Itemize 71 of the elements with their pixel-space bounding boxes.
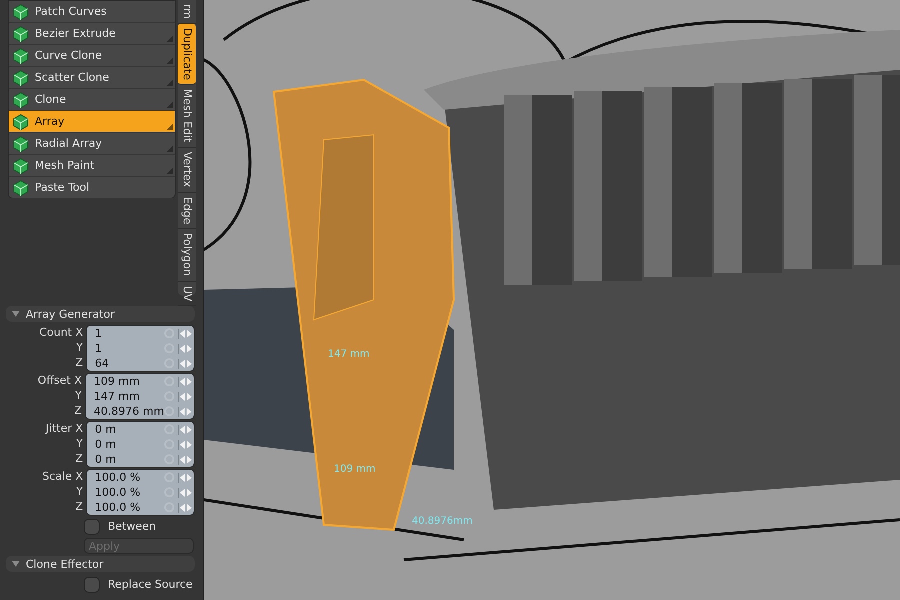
drag-arrows-icon[interactable] <box>178 488 192 498</box>
number-field[interactable]: 0 m <box>87 422 194 437</box>
cube-icon <box>11 24 31 44</box>
number-field[interactable]: 0 m <box>87 452 194 467</box>
drag-arrows-icon[interactable] <box>178 406 192 416</box>
drag-arrows-icon[interactable] <box>178 344 192 354</box>
number-field[interactable]: 1 <box>87 326 194 341</box>
tool-button[interactable]: Array <box>9 111 175 133</box>
field-label: Jitter X <box>46 421 84 436</box>
drag-arrows-icon[interactable] <box>178 502 192 512</box>
checkbox[interactable] <box>84 576 100 592</box>
checkbox-label: Between <box>108 520 156 533</box>
tool-button[interactable]: Radial Array <box>9 133 175 155</box>
tool-button[interactable]: Curve Clone <box>9 45 175 67</box>
checkbox-label: Replace Source <box>108 578 193 591</box>
field-label: Y <box>75 388 82 403</box>
cube-icon <box>11 178 31 198</box>
cube-icon <box>11 134 31 154</box>
dimension-label: 147 mm <box>328 349 370 360</box>
field-label: Y <box>76 436 84 451</box>
field-label: Z <box>76 355 84 370</box>
tool-button[interactable]: Patch Curves <box>9 1 175 23</box>
drag-arrows-icon[interactable] <box>178 358 192 368</box>
section-title: Array Generator <box>26 308 115 320</box>
vertical-tab[interactable]: Mesh Edit <box>178 85 196 148</box>
number-field[interactable]: 100.0 % <box>87 485 194 500</box>
dimension-label: 109 mm <box>334 464 376 475</box>
drag-arrows-icon[interactable] <box>178 392 192 402</box>
section-title: Clone Effector <box>26 558 104 570</box>
drag-arrows-icon[interactable] <box>178 376 192 386</box>
field-label: Scale X <box>42 469 84 484</box>
vertical-tab[interactable]: Vertex <box>178 148 196 193</box>
number-field[interactable]: 40.8976 mm <box>86 404 194 419</box>
tool-button[interactable]: Bezier Extrude <box>9 23 175 45</box>
section-header[interactable]: Clone Effector <box>6 556 195 572</box>
field-label: Z <box>76 499 84 514</box>
drag-arrows-icon[interactable] <box>178 454 192 464</box>
cube-icon <box>11 46 31 66</box>
field-label: Z <box>76 451 84 466</box>
dimension-label: 40.8976mm <box>412 516 473 527</box>
number-field[interactable]: 64 <box>87 356 194 371</box>
tool-button[interactable]: Paste Tool <box>9 177 175 199</box>
section-header[interactable]: Array Generator <box>6 306 195 322</box>
vertical-tab[interactable]: Edge <box>178 192 196 230</box>
cube-icon <box>11 2 31 22</box>
vertical-tab[interactable]: Duplicate <box>178 24 196 86</box>
drag-arrows-icon[interactable] <box>178 328 192 338</box>
cube-icon <box>11 90 31 110</box>
field-label: Z <box>74 403 82 418</box>
drag-arrows-icon[interactable] <box>178 472 192 482</box>
field-label: Y <box>76 484 84 499</box>
number-field[interactable]: 109 mm <box>86 374 194 389</box>
number-field[interactable]: 1 <box>87 341 194 356</box>
number-field[interactable]: 100.0 % <box>87 470 194 485</box>
triangle-icon <box>12 310 20 318</box>
vertical-tab[interactable]: Polygon <box>178 229 196 282</box>
cube-icon <box>11 156 31 176</box>
field-label: Y <box>76 340 84 355</box>
cube-icon <box>11 68 31 88</box>
tool-button[interactable]: Mesh Paint <box>9 155 175 177</box>
number-field[interactable]: 100.0 % <box>87 500 194 515</box>
triangle-icon <box>12 560 20 568</box>
number-field[interactable]: 0 m <box>87 437 194 452</box>
field-label: Offset X <box>38 373 82 388</box>
checkbox[interactable] <box>84 518 100 534</box>
cube-icon <box>11 112 31 132</box>
drag-arrows-icon[interactable] <box>178 440 192 450</box>
drag-arrows-icon[interactable] <box>178 424 192 434</box>
tool-button[interactable]: Scatter Clone <box>9 67 175 89</box>
number-field[interactable]: 147 mm <box>86 389 194 404</box>
field-label: Count X <box>39 325 84 340</box>
